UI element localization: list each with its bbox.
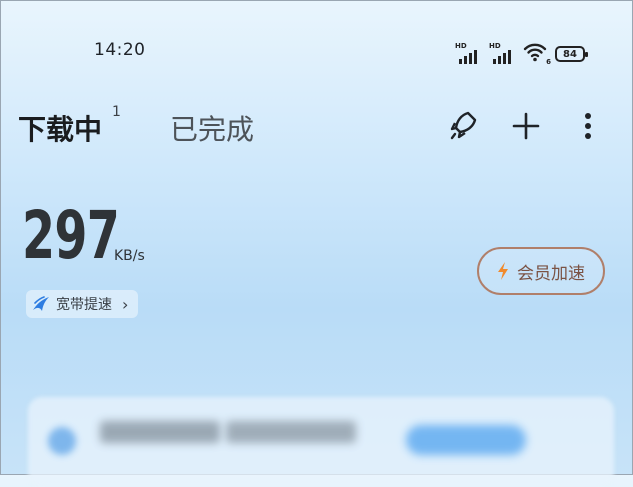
task-title-blurred: [226, 421, 356, 443]
task-title-blurred: [100, 421, 220, 443]
tab-downloading[interactable]: 下载中: [18, 108, 102, 148]
plus-icon: [512, 112, 540, 140]
signal-hd-label: HD: [489, 42, 501, 50]
chevron-right-icon: ›: [122, 294, 129, 314]
speed-unit: KB/s: [114, 248, 145, 264]
header-actions: [440, 106, 610, 146]
speed-value: 297: [22, 197, 120, 274]
signal-hd-icon: HD: [489, 42, 517, 64]
battery-level: 84: [563, 48, 577, 60]
add-task-button[interactable]: [506, 106, 546, 146]
download-task-card[interactable]: [28, 397, 614, 487]
task-file-icon: [48, 427, 76, 455]
status-bar: 14:20 HD HD 6 84: [0, 0, 633, 100]
rocket-icon: [450, 111, 477, 140]
swift-bird-icon: [33, 296, 49, 311]
rocket-button[interactable]: [444, 106, 484, 146]
task-action-button[interactable]: [406, 425, 526, 455]
battery-icon: 84: [555, 46, 588, 62]
more-button[interactable]: [568, 106, 608, 146]
tab-completed[interactable]: 已完成: [170, 108, 254, 148]
status-icons: HD HD 6 84: [455, 38, 588, 66]
signal-hd-label: HD: [455, 42, 467, 50]
lightning-icon: [498, 262, 508, 280]
broadband-boost-button[interactable]: 宽带提速 ›: [26, 290, 139, 318]
wifi-icon: 6: [523, 42, 551, 66]
wifi-badge: 6: [546, 58, 551, 66]
status-time: 14:20: [94, 40, 146, 60]
broadband-label: 宽带提速: [56, 297, 112, 313]
signal-hd-icon: HD: [455, 42, 483, 64]
vip-label: 会员加速: [517, 263, 585, 284]
download-speed: 297 KB/s: [22, 196, 157, 276]
downloading-count: 1: [112, 104, 121, 120]
more-vertical-icon: [585, 113, 591, 139]
vip-accelerate-button[interactable]: 会员加速: [477, 247, 605, 295]
